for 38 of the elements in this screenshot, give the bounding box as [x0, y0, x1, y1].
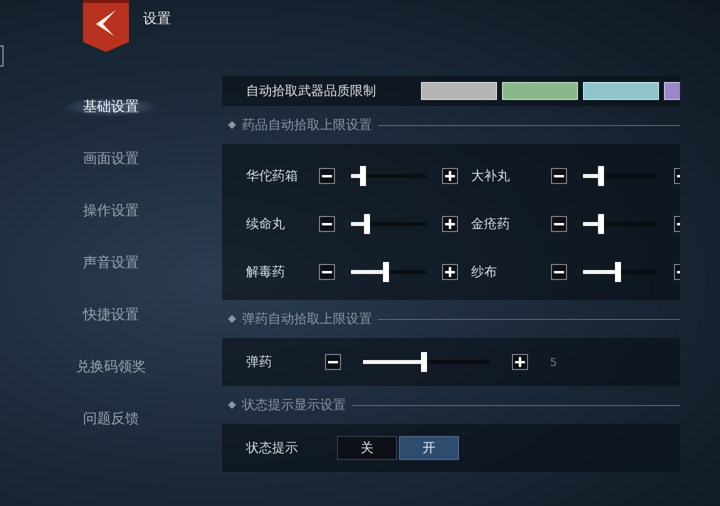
bracket-icon [0, 45, 5, 67]
item-label: 纱布 [471, 264, 498, 281]
nav-item[interactable]: 基础设置 [61, 97, 161, 117]
quality-swatch[interactable] [502, 82, 578, 100]
value-reading: 5 [550, 356, 557, 368]
quality-swatch[interactable] [583, 82, 659, 100]
setting-label: 自动拾取武器品质限制 [246, 83, 377, 100]
toggle-option[interactable]: 开 [399, 436, 459, 460]
nav-item[interactable]: 兑换码领奖 [54, 357, 168, 377]
diamond-icon [228, 315, 236, 323]
toggle-option[interactable]: 关 [337, 436, 397, 460]
minus-button[interactable] [551, 216, 567, 232]
item-label: 状态提示 [246, 440, 299, 457]
minus-button[interactable] [319, 264, 335, 280]
item-label: 大补丸 [471, 168, 511, 185]
item-label: 金疮药 [471, 216, 511, 233]
nav-item[interactable]: 画面设置 [61, 149, 161, 169]
quality-swatch[interactable] [421, 82, 497, 100]
diamond-icon [228, 401, 236, 409]
item-label: 解毒药 [246, 264, 286, 281]
section-title: 弹药自动拾取上限设置 [242, 311, 372, 328]
page-title: 设置 [143, 10, 171, 28]
nav-item[interactable]: 快捷设置 [61, 305, 161, 325]
back-badge-icon[interactable] [83, 0, 129, 52]
minus-button[interactable] [319, 168, 335, 184]
section-title: 状态提示显示设置 [242, 397, 346, 414]
section-title: 药品自动拾取上限设置 [242, 117, 372, 134]
minus-button[interactable] [325, 354, 341, 370]
minus-button[interactable] [551, 168, 567, 184]
diamond-icon [228, 121, 236, 129]
item-label: 续命丸 [246, 216, 286, 233]
minus-button[interactable] [551, 264, 567, 280]
nav-item[interactable]: 声音设置 [61, 253, 161, 273]
item-label: 华佗药箱 [246, 168, 299, 185]
nav-item[interactable]: 问题反馈 [61, 409, 161, 429]
item-label: 弹药 [246, 354, 273, 371]
minus-button[interactable] [319, 216, 335, 232]
nav-item[interactable]: 操作设置 [61, 201, 161, 221]
